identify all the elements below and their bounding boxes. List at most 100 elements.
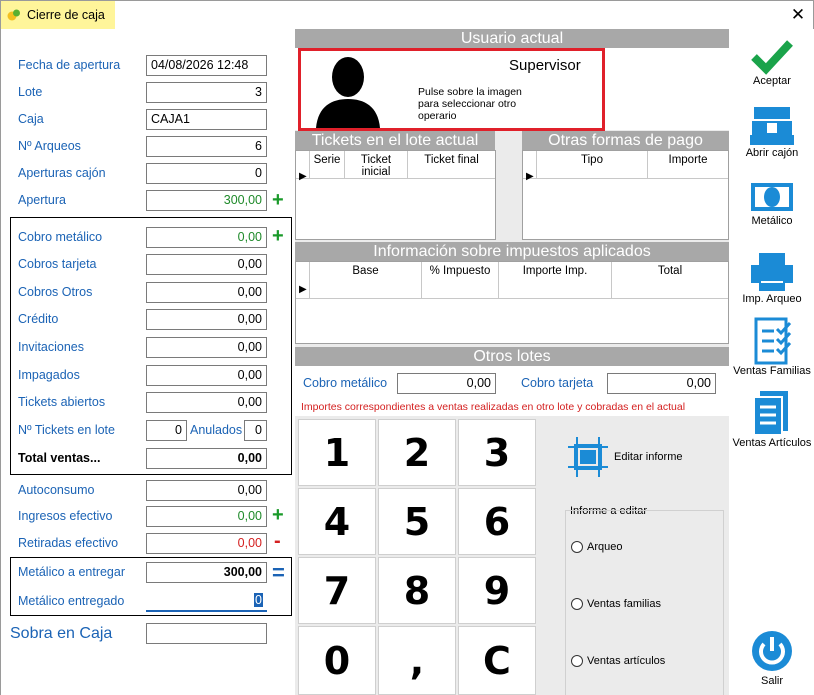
cash-drawer-icon xyxy=(729,103,814,147)
radio-circle xyxy=(571,655,583,667)
sobra-caja-field[interactable] xyxy=(146,623,267,644)
editar-informe-label: Editar informe xyxy=(614,451,683,463)
autoconsumo-label: Autoconsumo xyxy=(18,483,95,497)
title-bar: Cierre de caja ✕ xyxy=(1,1,813,29)
metalico-entregar-field[interactable]: 300,00 xyxy=(146,562,267,583)
add-retirada-icon[interactable]: - xyxy=(274,531,281,551)
otros-cobro-metalico-field[interactable]: 0,00 xyxy=(397,373,496,394)
autoconsumo-field[interactable]: 0,00 xyxy=(146,480,267,501)
add-apertura-icon[interactable]: + xyxy=(272,190,284,210)
invitaciones-label: Invitaciones xyxy=(18,340,85,354)
ingresos-efectivo-field[interactable]: 0,00 xyxy=(146,506,267,527)
total-ventas-field[interactable]: 0,00 xyxy=(146,448,267,469)
arqueos-field[interactable]: 6 xyxy=(146,136,267,157)
radio-ventas-articulos[interactable]: Ventas artículos xyxy=(571,655,665,667)
app-logo-icon xyxy=(7,8,21,22)
key-clear[interactable]: C xyxy=(458,626,536,695)
col-ticket-inicial: Ticket inicial xyxy=(345,151,408,178)
metalico-entregado-value: 0 xyxy=(254,593,263,607)
metalico-entregado-field[interactable]: 0 xyxy=(146,591,267,612)
otras-formas-grid[interactable]: Tipo Importe ▶ xyxy=(522,150,729,240)
impuestos-grid[interactable]: Base % Impuesto Importe Imp. Total ▶ xyxy=(295,261,729,344)
apertura-field[interactable]: 300,00 xyxy=(146,190,267,211)
cobro-metalico-label: Cobro metálico xyxy=(18,230,103,244)
lote-field[interactable]: 3 xyxy=(146,82,267,103)
sobra-caja-label: Sobra en Caja xyxy=(10,625,113,642)
key-6[interactable]: 6 xyxy=(458,488,536,555)
imp-arqueo-button[interactable]: Imp. Arqueo xyxy=(729,251,814,309)
usuario-header: Usuario actual xyxy=(295,29,729,48)
cobros-tarjeta-label: Cobros tarjeta xyxy=(18,257,97,271)
retiradas-efectivo-field[interactable]: 0,00 xyxy=(146,533,267,554)
anulados-label: Anulados xyxy=(190,423,243,437)
cobros-otros-field[interactable]: 0,00 xyxy=(146,282,267,303)
key-5[interactable]: 5 xyxy=(378,488,456,555)
lote-label: Lote xyxy=(18,85,43,99)
middle-panel: Usuario actual Supervisor Pulse sobre la… xyxy=(295,29,729,695)
col-importe: Importe xyxy=(668,154,708,166)
fecha-apertura-field[interactable]: 04/08/2026 12:48 xyxy=(146,55,267,76)
credito-field[interactable]: 0,00 xyxy=(146,309,267,330)
ventas-familias-label: Ventas Familias xyxy=(733,365,811,377)
key-3[interactable]: 3 xyxy=(458,419,536,486)
banknote-icon xyxy=(729,181,814,215)
editar-informe-button[interactable]: Editar informe xyxy=(565,433,715,481)
user-avatar-icon[interactable] xyxy=(304,51,392,128)
key-7[interactable]: 7 xyxy=(298,557,376,624)
add-cobro-metalico-icon[interactable]: + xyxy=(272,226,284,246)
key-8[interactable]: 8 xyxy=(378,557,456,624)
usuario-card[interactable]: Supervisor Pulse sobre la imagen para se… xyxy=(298,48,605,131)
radio-circle xyxy=(571,598,583,610)
tickets-lote-field[interactable]: 0 xyxy=(146,420,187,441)
impagados-field[interactable]: 0,00 xyxy=(146,365,267,386)
key-1[interactable]: 1 xyxy=(298,419,376,486)
row-pointer-icon: ▶ xyxy=(526,171,534,182)
aperturas-cajon-field[interactable]: 0 xyxy=(146,163,267,184)
credito-label: Crédito xyxy=(18,312,59,326)
radio-arqueo[interactable]: Arqueo xyxy=(571,541,622,553)
radio-ventas-familias-label: Ventas familias xyxy=(587,598,661,610)
metalico-entregado-label: Metálico entregado xyxy=(18,594,125,608)
row-pointer-icon: ▶ xyxy=(299,284,307,295)
ingresos-efectivo-label: Ingresos efectivo xyxy=(18,509,113,523)
key-4[interactable]: 4 xyxy=(298,488,376,555)
otros-cobro-metalico-label: Cobro metálico xyxy=(303,376,388,390)
close-icon[interactable]: ✕ xyxy=(787,4,809,26)
row-pointer-icon: ▶ xyxy=(299,171,307,182)
radio-circle xyxy=(571,541,583,553)
salir-button[interactable]: Salir xyxy=(729,627,814,691)
radio-arqueo-label: Arqueo xyxy=(587,541,623,553)
add-ingreso-icon[interactable]: + xyxy=(272,505,284,525)
otros-cobro-tarjeta-field[interactable]: 0,00 xyxy=(607,373,716,394)
tickets-abiertos-field[interactable]: 0,00 xyxy=(146,392,267,413)
caja-label: Caja xyxy=(18,112,44,126)
key-9[interactable]: 9 xyxy=(458,557,536,624)
metalico-button[interactable]: Metálico xyxy=(729,181,814,235)
checklist-icon xyxy=(729,317,814,365)
cobro-metalico-field[interactable]: 0,00 xyxy=(146,227,267,248)
col-importe-imp: Importe Imp. xyxy=(499,262,612,298)
ventas-familias-button[interactable]: Ventas Familias xyxy=(729,317,814,381)
ventas-articulos-button[interactable]: Ventas Artículos xyxy=(729,389,814,453)
aperturas-cajon-label: Aperturas cajón xyxy=(18,166,106,180)
aceptar-button[interactable]: Aceptar xyxy=(729,37,814,97)
impagados-label: Impagados xyxy=(18,368,80,382)
anulados-field[interactable]: 0 xyxy=(244,420,267,441)
retiradas-efectivo-label: Retiradas efectivo xyxy=(18,536,119,550)
col-base: Base xyxy=(310,262,422,298)
abrir-cajon-button[interactable]: Abrir cajón xyxy=(729,103,814,167)
cobros-tarjeta-field[interactable]: 0,00 xyxy=(146,254,267,275)
tickets-lote-grid[interactable]: Serie Ticket inicial Ticket final ▶ xyxy=(295,150,496,240)
caja-field[interactable]: CAJA1 xyxy=(146,109,267,130)
invitaciones-field[interactable]: 0,00 xyxy=(146,337,267,358)
equals-icon: = xyxy=(272,560,285,585)
key-comma[interactable]: , xyxy=(378,626,456,695)
power-icon xyxy=(729,627,814,675)
tickets-lote-header: Tickets en el lote actual xyxy=(295,131,495,150)
arqueos-label: Nº Arqueos xyxy=(18,139,81,153)
cobros-otros-label: Cobros Otros xyxy=(18,285,93,299)
metalico-label: Metálico xyxy=(751,215,793,227)
key-2[interactable]: 2 xyxy=(378,419,456,486)
radio-ventas-familias[interactable]: Ventas familias xyxy=(571,598,661,610)
key-0[interactable]: 0 xyxy=(298,626,376,695)
